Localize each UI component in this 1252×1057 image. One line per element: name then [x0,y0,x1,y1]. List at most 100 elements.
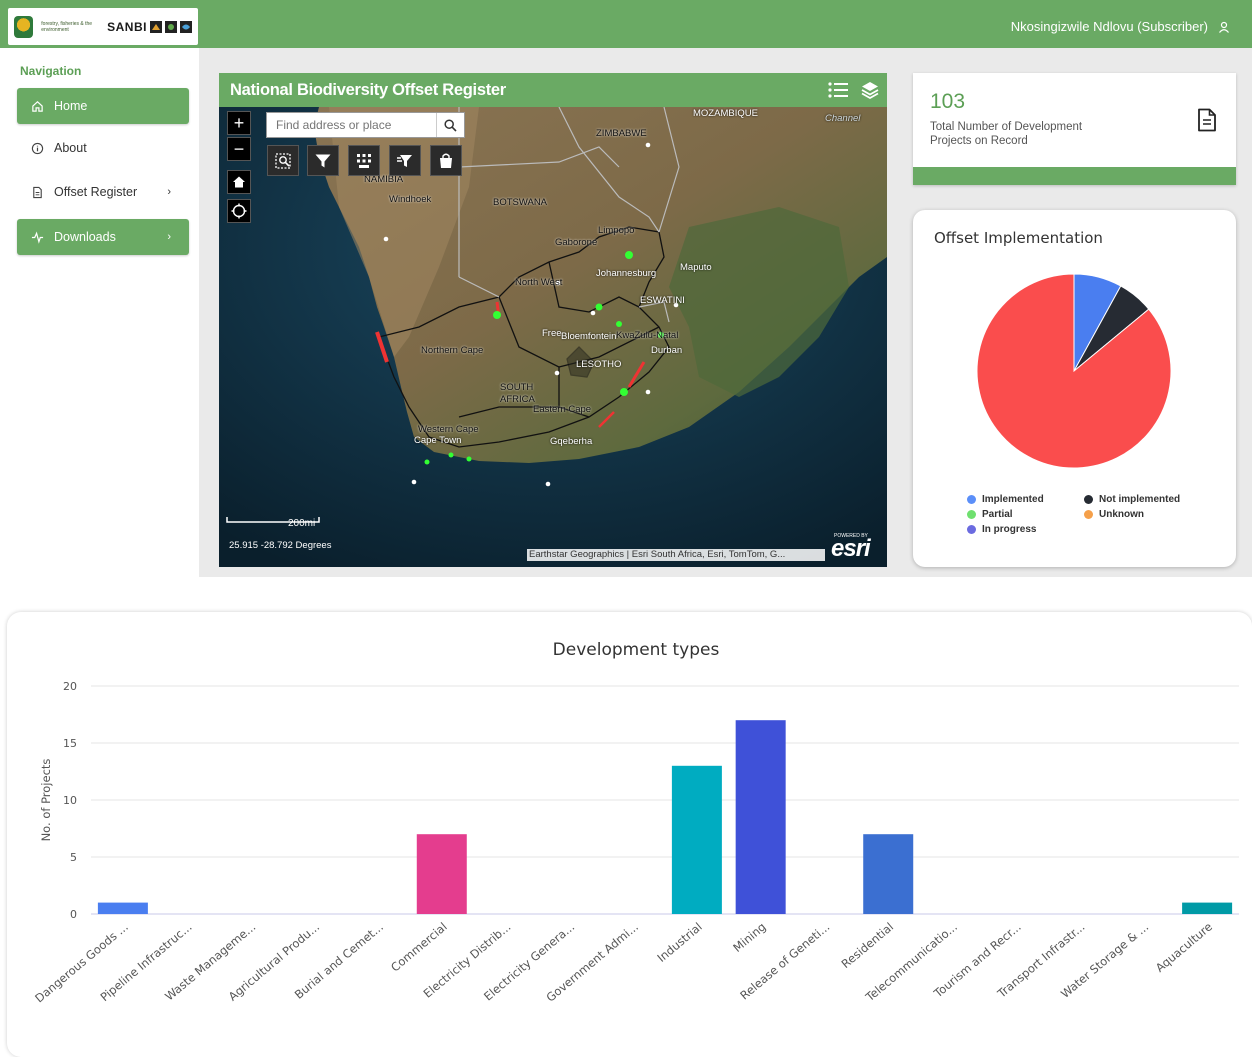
zoom-in-button[interactable]: + [227,111,251,135]
map-label-northern-cape: Northern Cape [421,345,484,356]
sidebar-item-about[interactable]: About [17,130,189,166]
locate-button[interactable] [227,199,251,223]
map-card: National Biodiversity Offset Register MO… [219,73,887,567]
navigation-title: Navigation [20,64,82,78]
sanbi-mark-icon [179,20,192,33]
legend-dot [1084,495,1093,504]
print-tool-button[interactable] [430,145,462,176]
sidebar-item-offset-register[interactable]: Offset Register › [17,174,189,210]
y-axis-label: No. of Projects [39,759,53,842]
user-name: Nkosingizwile Ndlovu (Subscriber) [1010,19,1208,34]
y-tick-label: 5 [70,851,77,864]
esri-logo[interactable]: esri [831,535,871,563]
search-icon [444,118,457,132]
y-tick-label: 20 [63,680,77,693]
map-label-maputo: Maputo [680,262,712,273]
legend-dot [967,495,976,504]
bar[interactable] [863,834,914,914]
filter-icon [315,154,331,167]
select-filter-icon [397,154,412,167]
search-input[interactable] [267,114,437,136]
bar[interactable] [97,902,148,914]
query-icon [275,152,291,169]
bar[interactable] [671,765,722,914]
bar[interactable] [416,834,467,914]
home-icon [233,176,245,188]
x-tick-label: Residential [839,920,897,971]
map-label-mozambique: MOZAMBIQUE [693,108,758,119]
pie-chart-title: Offset Implementation [934,229,1103,247]
sidebar: Navigation Home About Offset Register › … [7,48,199,577]
sidebar-item-label: About [54,141,87,155]
shopping-bag-icon [440,153,452,168]
legend-label: Implemented [982,494,1044,505]
project-count-value: 103 [930,90,966,113]
map-label-botswana: BOTSWANA [493,197,548,208]
legend-partial[interactable]: Partial [967,509,1013,520]
legend-label: Not implemented [1099,494,1181,505]
map-label-north-west: North West [515,277,563,288]
top-bar: forestry, fisheries & the environment SA… [0,0,1252,48]
user-menu[interactable]: Nkosingizwile Ndlovu (Subscriber) [1011,19,1230,34]
map-attribution[interactable]: Earthstar Geographics | Esri South Afric… [527,549,825,561]
map-label-lesotho: LESOTHO [576,359,622,370]
home-extent-button[interactable] [227,170,251,194]
sidebar-item-home[interactable]: Home [17,88,189,124]
user-icon [1219,21,1229,33]
map-label-free-state: Free [542,328,562,339]
sanbi-logo-text: SANBI [107,19,147,34]
y-tick-label: 10 [63,794,77,807]
scale-bar: 200mi [226,516,320,529]
sanbi-mark-icon [164,20,177,33]
coat-of-arms-icon [14,15,34,38]
filter-tool-button[interactable] [307,145,339,176]
map-label-gqeberha: Gqeberha [550,436,593,447]
logo-banner[interactable]: forestry, fisheries & the environment SA… [8,8,198,45]
zoom-out-button[interactable]: − [227,137,251,161]
legend-implemented[interactable]: Implemented [967,494,1044,505]
chevron-right-icon: › [167,186,171,198]
layers-button[interactable] [857,77,883,103]
legend-not-implemented[interactable]: Not implemented [1084,494,1180,505]
basemap-tool-button[interactable] [348,145,380,176]
select-filter-tool-button[interactable] [389,145,421,176]
list-icon [828,82,848,98]
home-icon [32,100,43,112]
layers-icon [861,82,879,100]
sidebar-item-label: Offset Register [54,185,138,199]
pie-chart[interactable] [913,260,1236,520]
project-count-footer-bar [913,167,1236,185]
info-icon [31,142,44,154]
legend-in-progress[interactable]: In progress [967,524,1036,535]
legend-label: Unknown [1099,509,1144,520]
map-label-windhoek: Windhoek [389,194,432,205]
map-label-johannesburg: Johannesburg [596,268,657,279]
x-tick-label: Industrial [654,920,704,965]
activity-icon [31,231,44,244]
legend-label: Partial [982,509,1013,520]
map-label-durban: Durban [651,345,683,356]
map-label-limpopo: Limpopo [598,225,635,236]
x-tick-label: Commercial [388,920,450,975]
sanbi-logo: SANBI [107,20,192,34]
sidebar-item-downloads[interactable]: Downloads › [17,219,189,255]
legend-dot [1084,510,1093,519]
coordinate-readout: 25.915 -28.792 Degrees [229,540,332,551]
legend-unknown[interactable]: Unknown [1084,509,1144,520]
project-count-card: 103 Total Number of Development Projects… [913,73,1236,185]
chevron-right-icon: › [167,231,171,243]
map-label-bloemfontein: Bloemfontein [561,331,617,342]
map-header: National Biodiversity Offset Register [219,73,887,107]
sidebar-item-label: Home [54,99,88,113]
legend-list-button[interactable] [825,77,851,103]
query-tool-button[interactable] [267,145,299,176]
map-label-cape-town: Cape Town [414,435,462,446]
bar[interactable] [735,720,786,914]
bar[interactable] [1182,902,1233,914]
bar-chart[interactable]: 05101520No. of ProjectsDangerous Goods .… [7,612,1252,1057]
y-tick-label: 0 [70,908,77,921]
map-label-gaborone: Gaborone [555,237,598,248]
map-label-eswatini: ESWATINI [640,295,685,306]
search-button[interactable] [436,113,464,137]
offset-implementation-card: Offset Implementation Implemented Not im… [913,210,1236,567]
